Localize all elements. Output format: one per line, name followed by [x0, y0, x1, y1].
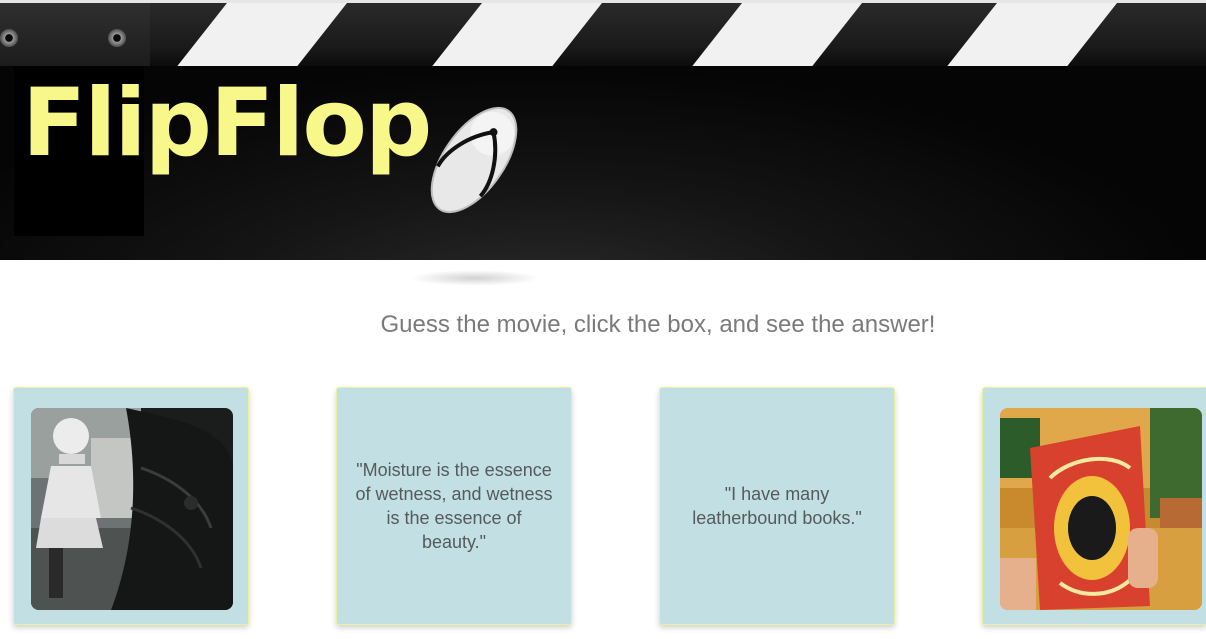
movie-card-4[interactable]: [982, 387, 1206, 625]
screw-icon: [0, 29, 18, 47]
site-header: FlipFlop: [0, 0, 1206, 260]
clapperboard-stripes: [175, 3, 1117, 69]
screw-icon: [108, 29, 126, 47]
clapperboard-top: [0, 0, 1206, 69]
tagline: Guess the movie, click the box, and see …: [380, 311, 936, 338]
movie-card-2[interactable]: "Moisture is the essence of wetness, and…: [336, 387, 572, 625]
movie-quote: "I have many leatherbound books.": [692, 484, 862, 528]
site-logo[interactable]: FlipFlop: [22, 74, 432, 174]
logo-shadow: [410, 270, 540, 286]
movie-card-3[interactable]: "I have many leatherbound books.": [659, 387, 895, 625]
movie-quote: "Moisture is the essence of wetness, and…: [355, 460, 553, 552]
movie-card-1[interactable]: [13, 387, 249, 625]
movie-still-image: [1000, 408, 1202, 610]
movie-still-image: [31, 408, 233, 610]
flip-flop-icon: [430, 106, 518, 214]
